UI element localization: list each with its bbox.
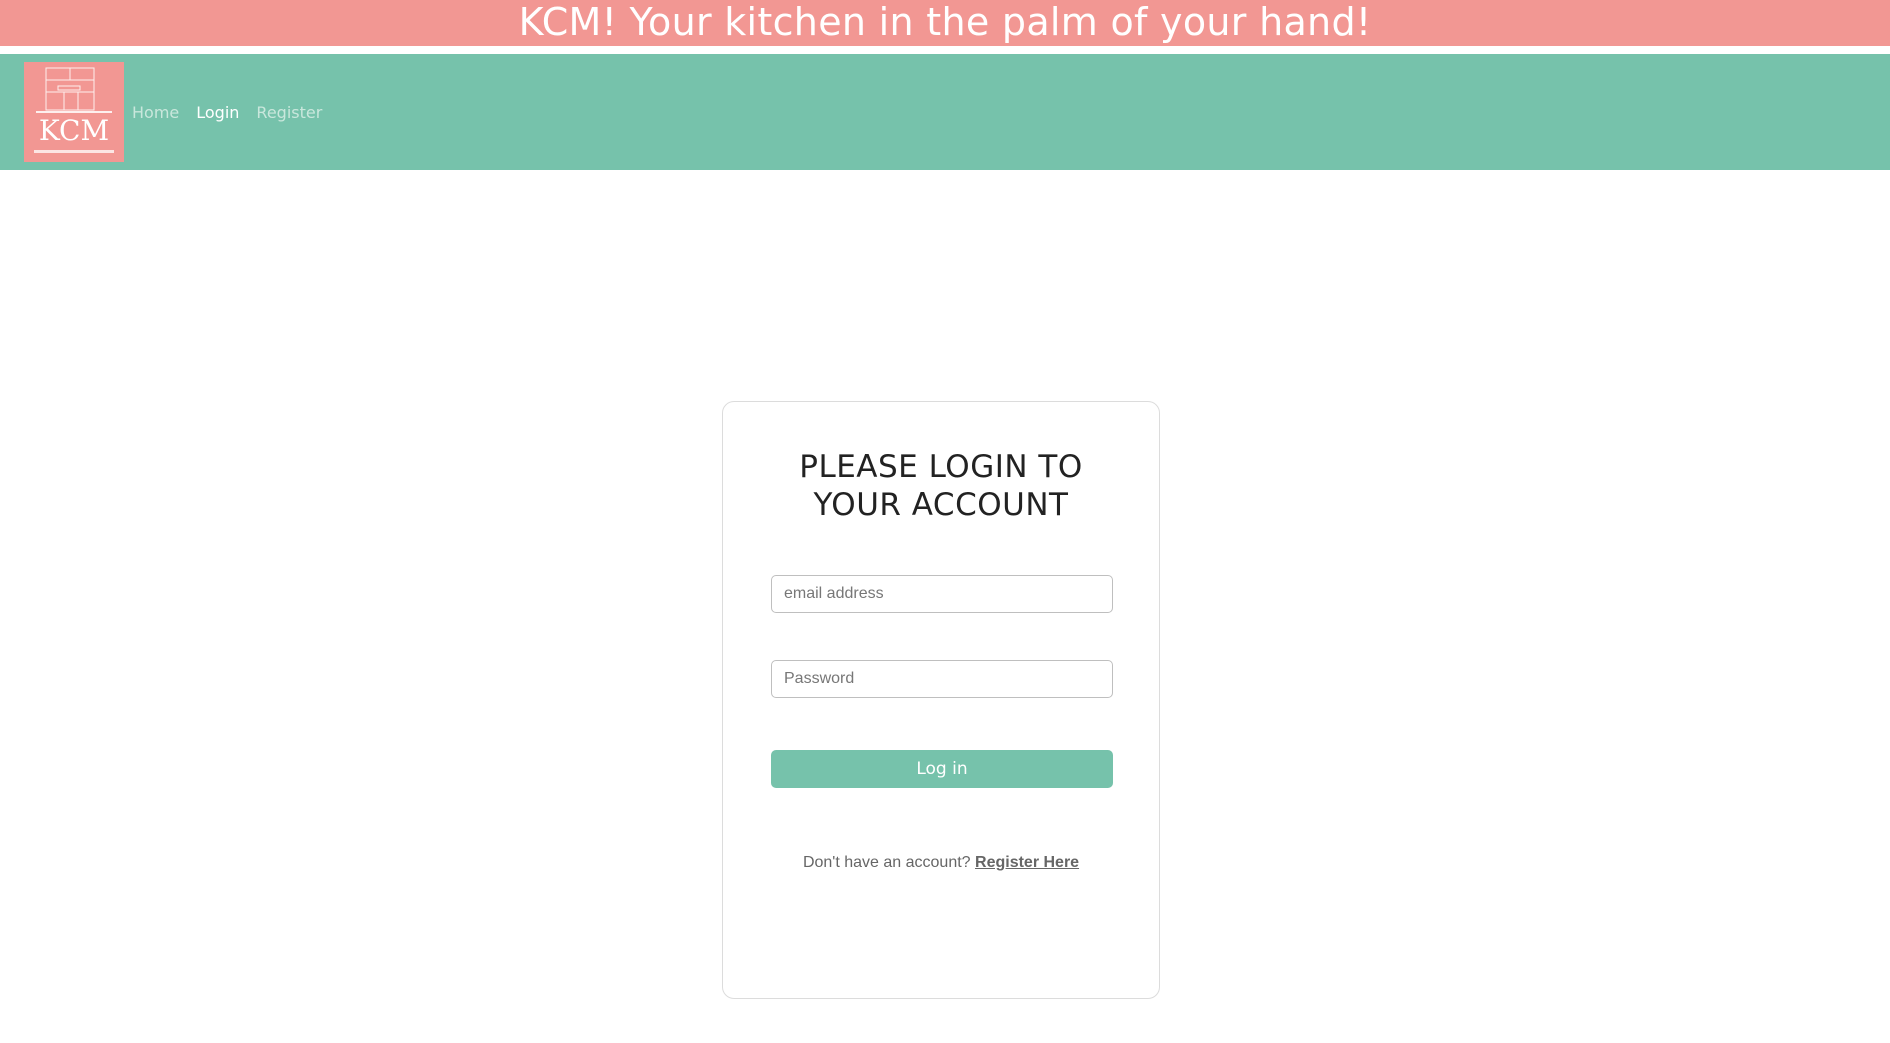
register-here-link[interactable]: Register Here bbox=[975, 854, 1079, 871]
password-field[interactable] bbox=[771, 660, 1113, 698]
login-button[interactable]: Log in bbox=[771, 750, 1113, 788]
nav-login-link[interactable]: Login bbox=[196, 103, 239, 122]
nav-register-link[interactable]: Register bbox=[256, 103, 322, 122]
nav-home-link[interactable]: Home bbox=[132, 103, 179, 122]
login-title-line2: YOUR ACCOUNT bbox=[813, 487, 1069, 523]
login-title: PLEASE LOGIN TO YOUR ACCOUNT bbox=[723, 448, 1159, 524]
logo-text: KCM bbox=[38, 114, 110, 147]
top-banner: KCM! Your kitchen in the palm of your ha… bbox=[0, 0, 1890, 46]
register-prompt-text: Don't have an account? bbox=[802, 854, 971, 871]
register-prompt: Don't have an account? Register Here bbox=[723, 854, 1159, 872]
kcm-logo[interactable]: KCM bbox=[24, 62, 124, 162]
banner-text: KCM! Your kitchen in the palm of your ha… bbox=[518, 0, 1372, 44]
login-card: PLEASE LOGIN TO YOUR ACCOUNT Log in Don'… bbox=[722, 401, 1160, 999]
login-title-line1: PLEASE LOGIN TO bbox=[799, 449, 1083, 485]
kitchen-icon bbox=[36, 67, 112, 113]
logo-tagline bbox=[34, 150, 114, 153]
navbar: KCM Home Login Register bbox=[0, 54, 1890, 170]
nav-links: Home Login Register bbox=[132, 54, 322, 170]
email-field[interactable] bbox=[771, 575, 1113, 613]
